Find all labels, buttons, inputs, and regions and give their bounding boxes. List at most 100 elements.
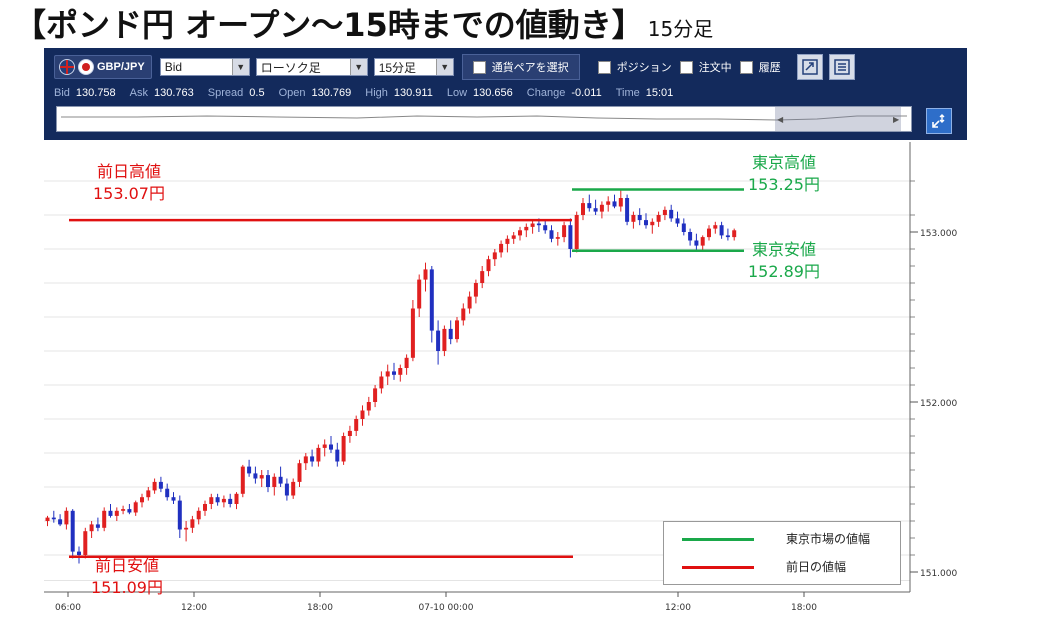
candle-body: [89, 524, 94, 532]
candle-body: [284, 483, 289, 496]
candle-body: [511, 235, 516, 239]
legend-prev-swatch: [682, 566, 754, 569]
tokyo-low-value: 152.89円: [748, 262, 820, 281]
candle-body: [536, 223, 541, 226]
candle-body: [51, 517, 56, 520]
candle-body: [410, 308, 415, 358]
y-tick-label: 151.000: [920, 569, 957, 579]
candle-body: [297, 463, 302, 482]
candle-body: [64, 510, 69, 525]
candle-body: [455, 320, 459, 340]
y-tick-label: 152.000: [920, 399, 957, 409]
candle-body: [310, 456, 315, 462]
candle-body: [152, 481, 157, 491]
candle-body: [228, 498, 233, 504]
prev-low-value: 151.09円: [91, 578, 163, 597]
candle-body: [58, 519, 63, 525]
x-tick-label: 07-10 00:00: [419, 603, 474, 613]
candle-body: [165, 488, 170, 498]
legend-prev-label: 前日の値幅: [786, 560, 847, 574]
candle-body: [606, 201, 611, 205]
candle-body: [473, 283, 478, 297]
candle-body: [385, 371, 390, 377]
candle-body: [467, 296, 472, 309]
candle-body: [77, 551, 81, 555]
candle-body: [303, 456, 308, 464]
tokyo-high-label: 東京高値: [752, 153, 816, 172]
candle-body: [158, 481, 163, 489]
candle-body: [625, 198, 630, 222]
candle-body: [612, 201, 617, 207]
candle-body: [599, 204, 604, 212]
candle-body: [121, 509, 126, 511]
candle-body: [581, 203, 585, 215]
candle-body: [631, 215, 636, 222]
candle-body: [436, 330, 441, 351]
candle-body: [203, 504, 207, 511]
candle-body: [398, 368, 403, 375]
candle-body: [209, 497, 214, 504]
candle-body: [524, 226, 529, 231]
candle-body: [650, 221, 655, 226]
candle-body: [341, 436, 346, 462]
candle-body: [354, 419, 359, 431]
candle-body: [669, 209, 674, 219]
candle-body: [725, 235, 730, 238]
candle-body: [442, 328, 447, 351]
tokyo-low-label: 東京安値: [752, 240, 816, 259]
candle-body: [70, 510, 75, 552]
candle-body: [240, 466, 245, 494]
candle-body: [505, 238, 510, 244]
candle-body: [429, 269, 434, 331]
candle-body: [700, 237, 705, 246]
candle-body: [360, 410, 365, 419]
candle-body: [688, 232, 693, 241]
candle-body: [486, 259, 491, 272]
legend-tokyo-swatch: [682, 538, 754, 541]
candle-body: [562, 225, 567, 238]
candle-body: [171, 497, 176, 501]
chart-legend: 東京市場の値幅 前日の値幅: [663, 521, 901, 585]
candle-body: [247, 466, 252, 474]
candle-body: [45, 517, 50, 521]
candle-body: [379, 376, 384, 389]
candle-body: [675, 218, 680, 224]
candle-body: [644, 220, 648, 226]
candle-body: [662, 209, 667, 215]
candle-body: [417, 279, 422, 309]
candle-body: [322, 444, 327, 448]
candle-body: [366, 402, 371, 411]
candle-body: [221, 498, 226, 503]
candle-body: [234, 493, 239, 504]
prev-high-value: 153.07円: [93, 184, 165, 203]
y-tick-label: 153.000: [920, 229, 957, 239]
candle-body: [543, 225, 548, 231]
candle-body: [184, 527, 189, 530]
candle-body: [177, 500, 182, 530]
candle-body: [196, 510, 201, 520]
candle-body: [593, 208, 598, 212]
candle-body: [259, 475, 264, 479]
candle-body: [127, 509, 132, 513]
candle-body: [732, 230, 737, 238]
candle-body: [555, 237, 560, 239]
candle-body: [266, 475, 270, 487]
candle-body: [215, 497, 220, 503]
candle-body: [373, 388, 378, 402]
candle-body: [694, 240, 699, 246]
candle-body: [316, 447, 321, 462]
candle-body: [719, 225, 724, 236]
candle-body: [95, 524, 100, 528]
candle-body: [146, 490, 151, 498]
x-tick-label: 12:00: [181, 603, 207, 613]
candle-body: [335, 449, 340, 462]
candle-body: [461, 308, 466, 321]
candle-body: [707, 228, 711, 238]
x-tick-label: 18:00: [307, 603, 333, 613]
candle-body: [637, 215, 642, 221]
candle-body: [713, 225, 718, 229]
candle-body: [681, 223, 686, 232]
candle-body: [190, 519, 195, 528]
candle-body: [83, 531, 88, 555]
candle-body: [102, 510, 107, 528]
